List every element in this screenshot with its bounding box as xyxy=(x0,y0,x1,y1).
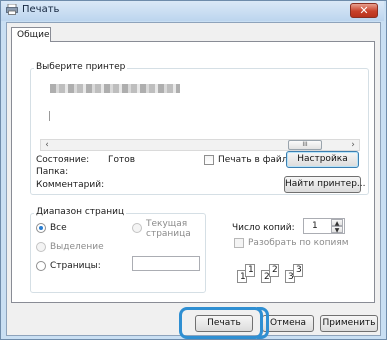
status-value: Готов xyxy=(108,155,136,165)
collate-label[interactable]: Разобрать по копиям xyxy=(248,238,349,248)
range-pages-radio[interactable] xyxy=(36,261,46,271)
range-current-page-label-1[interactable]: Текущая xyxy=(146,219,187,229)
close-button[interactable]: ✕ xyxy=(350,3,378,18)
window-title: Печать xyxy=(22,4,60,15)
copies-down-icon[interactable]: ▼ xyxy=(331,226,343,234)
apply-button[interactable]: Применить xyxy=(320,315,378,332)
range-all-radio[interactable] xyxy=(36,223,46,233)
scrollbar-thumb[interactable]: III xyxy=(288,140,322,150)
copies-label: Число копий: xyxy=(232,223,295,233)
printer-icon xyxy=(6,4,18,15)
range-selection-label[interactable]: Выделение xyxy=(50,242,104,252)
print-button-highlight xyxy=(179,307,263,339)
scroll-right-icon[interactable]: › xyxy=(347,140,359,150)
highlight-overlay-fragment xyxy=(257,307,269,339)
collate-checkbox[interactable] xyxy=(234,238,244,248)
comment-label: Комментарий: xyxy=(36,180,105,190)
settings-button[interactable]: Настройка xyxy=(286,151,359,168)
find-printer-button[interactable]: Найти принтер... xyxy=(284,176,366,193)
collate-page-number: 2 xyxy=(272,265,278,275)
status-label: Состояние: xyxy=(36,155,90,165)
page-range-legend: Диапазон страниц xyxy=(34,207,127,217)
range-current-page-radio[interactable] xyxy=(132,223,142,233)
list-text-cursor xyxy=(49,111,50,121)
range-current-page-label-2[interactable]: страница xyxy=(146,229,191,239)
scroll-left-icon[interactable]: ‹ xyxy=(41,140,53,150)
folder-label: Папка: xyxy=(36,167,69,177)
print-to-file-label[interactable]: Печать в файл xyxy=(218,155,288,165)
range-selection-radio[interactable] xyxy=(36,242,46,252)
copies-up-icon[interactable]: ▲ xyxy=(331,219,343,227)
cancel-button[interactable]: Отмена xyxy=(262,315,314,332)
collate-page-number: 3 xyxy=(296,265,302,275)
printer-group-legend: Выберите принтер xyxy=(34,62,128,72)
pages-input[interactable] xyxy=(132,256,200,271)
range-pages-label[interactable]: Страницы: xyxy=(50,261,101,271)
collate-page-number: 1 xyxy=(248,265,254,275)
range-all-label[interactable]: Все xyxy=(50,223,67,233)
tab-general[interactable]: Общие xyxy=(11,27,51,42)
printer-list-item-obscured[interactable] xyxy=(50,84,180,93)
print-to-file-checkbox[interactable] xyxy=(204,155,214,165)
